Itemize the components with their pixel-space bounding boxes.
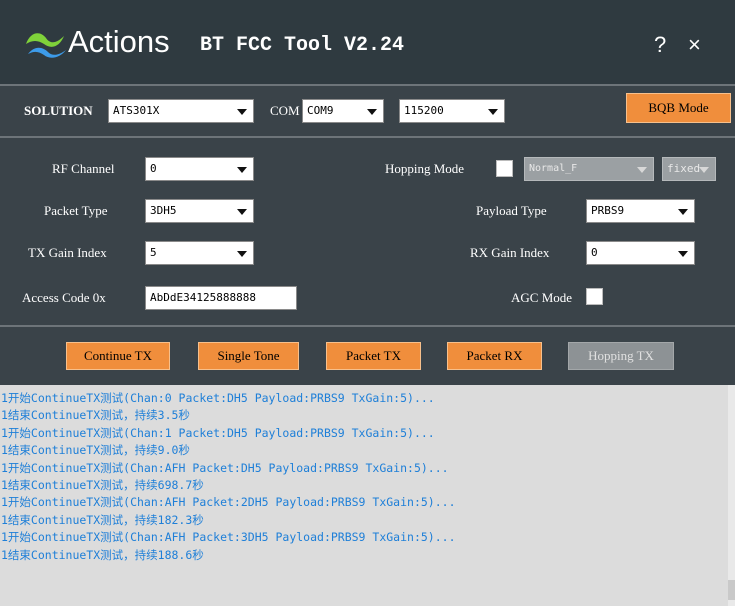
packet-type-value: 3DH5 bbox=[150, 204, 177, 217]
tx-gain-value: 5 bbox=[150, 246, 157, 259]
agc-mode-checkbox[interactable] bbox=[586, 288, 603, 305]
packet-type-label: Packet Type bbox=[44, 203, 108, 218]
log-output[interactable]: 1开始ContinueTX测试(Chan:0 Packet:DH5 Payloa… bbox=[0, 385, 728, 606]
solution-label: SOLUTION bbox=[24, 103, 93, 118]
com-port-value: COM9 bbox=[307, 104, 334, 117]
rf-channel-value: 0 bbox=[150, 162, 157, 175]
title-bar: Actions BT FCC Tool V2.24 ? × bbox=[0, 0, 735, 84]
chevron-down-icon bbox=[637, 167, 647, 173]
chevron-down-icon bbox=[488, 109, 498, 115]
chevron-down-icon bbox=[678, 251, 688, 257]
log-line: 1开始ContinueTX测试(Chan:AFH Packet:DH5 Payl… bbox=[1, 460, 449, 475]
tx-gain-label: TX Gain Index bbox=[28, 245, 107, 260]
packet-type-select[interactable]: 3DH5 bbox=[145, 199, 254, 223]
log-line: 1结束ContinueTX测试，持续698.7秒 bbox=[1, 477, 204, 492]
hopping-type-select[interactable]: Normal_F bbox=[524, 157, 654, 181]
chevron-down-icon bbox=[237, 209, 247, 215]
connection-bar: SOLUTION ATS301X COM COM9 115200 BQB Mod… bbox=[0, 86, 735, 136]
help-button[interactable]: ? bbox=[654, 32, 666, 58]
rx-gain-label: RX Gain Index bbox=[470, 245, 550, 260]
packet-rx-button[interactable]: Packet RX bbox=[447, 342, 542, 370]
chevron-down-icon bbox=[367, 109, 377, 115]
access-code-label: Access Code 0x bbox=[22, 290, 106, 305]
hopping-fixed-select[interactable]: fixed bbox=[662, 157, 716, 181]
agc-mode-label: AGC Mode bbox=[511, 290, 573, 305]
payload-type-label: Payload Type bbox=[476, 203, 547, 218]
access-code-input[interactable]: AbDdE34125888888 bbox=[145, 286, 297, 310]
actions-logo-icon bbox=[26, 33, 66, 58]
brand-name: Actions bbox=[68, 24, 170, 59]
payload-type-select[interactable]: PRBS9 bbox=[586, 199, 695, 223]
scrollbar-thumb[interactable] bbox=[728, 580, 735, 600]
com-label: COM bbox=[270, 103, 300, 118]
hopping-fixed-value: fixed bbox=[667, 162, 701, 175]
chevron-down-icon bbox=[237, 251, 247, 257]
com-port-select[interactable]: COM9 bbox=[302, 99, 384, 123]
hopping-type-value: Normal_F bbox=[529, 163, 578, 174]
hopping-mode-label: Hopping Mode bbox=[385, 161, 465, 176]
chevron-down-icon bbox=[237, 167, 247, 173]
settings-panel: RF Channel 0 Hopping Mode Normal_F fixed… bbox=[0, 138, 735, 325]
packet-tx-button[interactable]: Packet TX bbox=[326, 342, 421, 370]
bqb-mode-button[interactable]: BQB Mode bbox=[626, 93, 731, 123]
rx-gain-value: 0 bbox=[591, 246, 598, 259]
log-list: 1开始ContinueTX测试(Chan:0 Packet:DH5 Payloa… bbox=[0, 385, 728, 564]
chevron-down-icon bbox=[237, 109, 247, 115]
log-line: 1开始ContinueTX测试(Chan:0 Packet:DH5 Payloa… bbox=[1, 391, 435, 405]
continue-tx-button[interactable]: Continue TX bbox=[66, 342, 170, 370]
log-line: 1开始ContinueTX测试(Chan:1 Packet:DH5 Payloa… bbox=[1, 425, 435, 440]
baud-rate-select[interactable]: 115200 bbox=[399, 99, 505, 123]
log-scrollbar[interactable] bbox=[728, 385, 735, 606]
tx-gain-select[interactable]: 5 bbox=[145, 241, 254, 265]
hopping-mode-checkbox[interactable] bbox=[496, 160, 513, 177]
log-line: 1结束ContinueTX测试，持续188.6秒 bbox=[1, 547, 204, 562]
rf-channel-label: RF Channel bbox=[52, 161, 115, 176]
single-tone-button[interactable]: Single Tone bbox=[198, 342, 299, 370]
log-line: 1结束ContinueTX测试，持续182.3秒 bbox=[1, 512, 204, 527]
log-line: 1结束ContinueTX测试，持续3.5秒 bbox=[1, 408, 190, 423]
hopping-tx-button[interactable]: Hopping TX bbox=[568, 342, 674, 370]
rx-gain-select[interactable]: 0 bbox=[586, 241, 695, 265]
close-button[interactable]: × bbox=[688, 32, 701, 58]
rf-channel-select[interactable]: 0 bbox=[145, 157, 254, 181]
baud-rate-value: 115200 bbox=[404, 104, 444, 117]
chevron-down-icon bbox=[678, 209, 688, 215]
app-title: BT FCC Tool V2.24 bbox=[200, 34, 405, 57]
log-line: 1开始ContinueTX测试(Chan:AFH Packet:2DH5 Pay… bbox=[1, 495, 456, 510]
action-bar: Continue TX Single Tone Packet TX Packet… bbox=[0, 327, 735, 385]
solution-select[interactable]: ATS301X bbox=[108, 99, 254, 123]
chevron-down-icon bbox=[699, 167, 709, 173]
solution-value: ATS301X bbox=[113, 104, 160, 117]
payload-type-value: PRBS9 bbox=[591, 204, 625, 217]
log-line: 1结束ContinueTX测试，持续9.0秒 bbox=[1, 443, 190, 458]
log-line: 1开始ContinueTX测试(Chan:AFH Packet:3DH5 Pay… bbox=[1, 530, 456, 545]
